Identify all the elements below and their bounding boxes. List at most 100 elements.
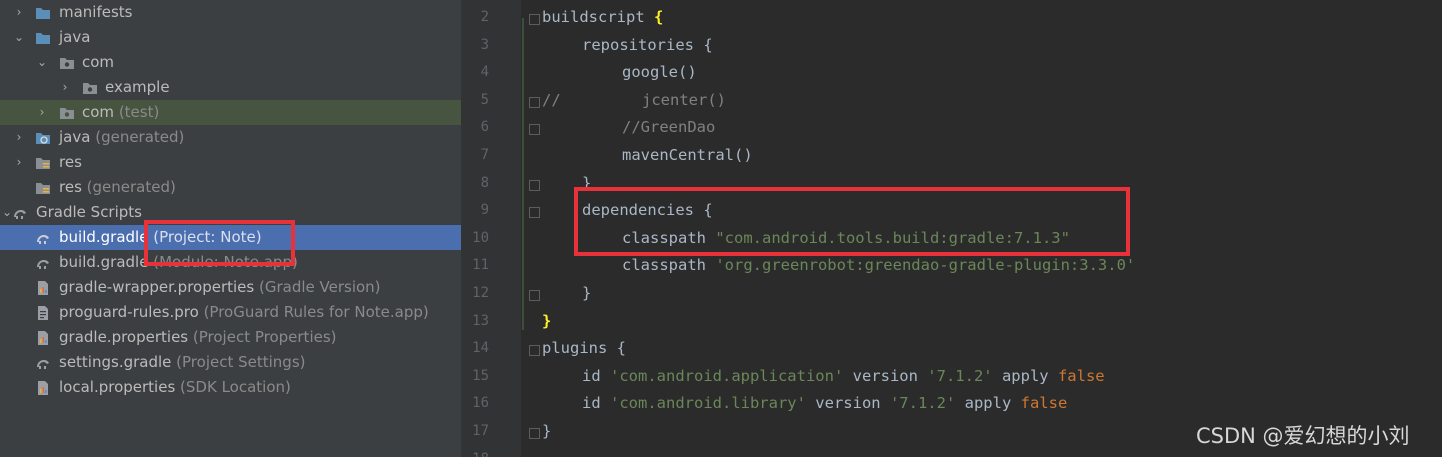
code-line: id 'com.android.library' version '7.1.2'… — [582, 390, 1067, 418]
properties-icon — [38, 281, 48, 295]
tree-item-hint: (generated) — [95, 128, 185, 146]
tree-item-label: proguard-rules.pro — [59, 303, 199, 321]
line-number: 11 — [472, 257, 489, 274]
code-token: 'com.android.library' — [610, 394, 806, 413]
tree-item-com[interactable]: ⌄ com — [0, 50, 461, 75]
code-line: mavenCentral() — [622, 146, 753, 164]
tree-item-hint: (test) — [118, 103, 160, 121]
chevron-right-icon[interactable]: › — [35, 100, 49, 125]
code-token: classpath — [622, 256, 716, 275]
line-number: 2 — [480, 9, 489, 25]
code-token: version — [805, 394, 890, 413]
tree-item-label: com — [82, 103, 115, 121]
generated-folder-icon — [36, 133, 50, 144]
tree-item-hint: (Project Settings) — [176, 353, 306, 371]
tree-item-label: build.gradle — [59, 253, 149, 271]
tree-item-local-properties[interactable]: local.properties (SDK Location) — [0, 375, 461, 400]
chevron-right-icon[interactable]: › — [58, 75, 72, 100]
code-editor[interactable]: 2 3 4 5 6 7 8 9 10 11 12 13 14 15 16 17 … — [461, 0, 1442, 457]
code-token: { — [653, 8, 664, 26]
code-token: // — [542, 90, 561, 109]
code-line: } — [542, 311, 552, 330]
code-token: '7.1.2' — [889, 394, 956, 413]
tree-item-label: res — [59, 178, 82, 196]
code-line: //GreenDao — [622, 118, 716, 137]
line-number: 17 — [472, 423, 489, 439]
code-token: buildscript — [542, 8, 654, 26]
watermark: CSDN @爱幻想的小刘 — [1196, 424, 1410, 448]
tree-item-hint: (Project Properties) — [192, 328, 337, 346]
code-line: jcenter() — [642, 90, 726, 109]
tree-item-label: res — [59, 153, 82, 171]
fold-icon[interactable] — [529, 428, 540, 439]
code-token: id — [582, 366, 610, 385]
tree-item-java-generated[interactable]: › java (generated) — [0, 125, 461, 150]
package-icon — [83, 83, 97, 94]
file-icon — [38, 306, 48, 320]
line-number: 13 — [472, 312, 489, 329]
res-folder-icon — [36, 158, 50, 169]
code-token: apply — [955, 394, 1021, 413]
fold-icon[interactable] — [529, 345, 540, 356]
chevron-right-icon[interactable]: › — [12, 150, 26, 175]
chevron-down-icon[interactable]: ⌄ — [35, 50, 49, 75]
gradle-icon — [37, 260, 49, 269]
tree-item-java[interactable]: ⌄ java — [0, 25, 461, 50]
annotation-box-editor — [574, 187, 1130, 256]
gradle-icon — [14, 210, 26, 219]
code-token: false — [1057, 366, 1105, 385]
tree-item-label: java — [59, 28, 91, 46]
tree-item-hint: (Gradle Version) — [259, 278, 381, 296]
code-line: } — [542, 422, 552, 440]
line-number: 15 — [472, 367, 489, 384]
tree-item-gradle-properties[interactable]: gradle.properties (Project Properties) — [0, 325, 461, 350]
line-number: 7 — [480, 147, 489, 163]
tree-item-com-test[interactable]: › com (test) — [0, 100, 461, 125]
folder-icon — [36, 33, 50, 44]
tree-item-hint: (SDK Location) — [180, 378, 291, 396]
tree-item-manifests[interactable]: › manifests — [0, 0, 461, 25]
chevron-right-icon[interactable]: › — [12, 125, 26, 150]
tree-item-settings-gradle[interactable]: settings.gradle (Project Settings) — [0, 350, 461, 375]
code-token: false — [1020, 394, 1068, 413]
fold-icon[interactable] — [529, 207, 540, 218]
properties-icon — [38, 381, 48, 395]
tree-item-example[interactable]: › example — [0, 75, 461, 100]
fold-icon[interactable] — [529, 14, 540, 25]
code-token: '7.1.2' — [927, 366, 993, 385]
chevron-right-icon[interactable]: › — [12, 0, 26, 25]
line-number: 3 — [480, 36, 489, 53]
tree-item-proguard-rules[interactable]: proguard-rules.pro (ProGuard Rules for N… — [0, 300, 461, 325]
code-token: apply — [992, 366, 1058, 385]
fold-icon[interactable] — [529, 97, 540, 108]
folder-icon — [36, 8, 50, 19]
tree-item-label: gradle.properties — [59, 328, 189, 346]
tree-item-res-generated[interactable]: res (generated) — [0, 175, 461, 200]
annotation-box-tree — [144, 220, 295, 266]
code-line: // — [542, 87, 561, 115]
tree-item-gradle-wrapper-properties[interactable]: gradle-wrapper.properties (Gradle Versio… — [0, 275, 461, 300]
code-token: 'org.greenrobot:greendao-gradle-plugin:3… — [715, 256, 1136, 275]
line-number: 10 — [472, 229, 489, 246]
code-line: google() — [622, 63, 697, 82]
line-number: 8 — [480, 174, 489, 191]
line-number: 4 — [480, 64, 489, 81]
tree-item-label: gradle-wrapper.properties — [59, 278, 255, 296]
fold-icon[interactable] — [529, 290, 540, 301]
res-folder-icon — [36, 183, 50, 194]
line-number: 18 — [461, 446, 489, 457]
code-line: } — [582, 284, 592, 302]
tree-item-label: Gradle Scripts — [36, 203, 142, 221]
line-number: 12 — [472, 285, 489, 301]
tree-item-hint: (ProGuard Rules for Note.app) — [203, 303, 429, 321]
code-line: plugins { — [542, 339, 626, 358]
tree-item-hint: (generated) — [86, 178, 176, 196]
line-number: 14 — [472, 340, 489, 357]
fold-icon[interactable] — [529, 180, 540, 191]
tree-item-label: com — [82, 53, 115, 71]
gradle-icon — [37, 360, 49, 369]
code-line: id 'com.android.application' version '7.… — [582, 363, 1105, 391]
chevron-down-icon[interactable]: ⌄ — [12, 25, 26, 50]
tree-item-res[interactable]: › res — [0, 150, 461, 175]
fold-icon[interactable] — [529, 124, 540, 135]
